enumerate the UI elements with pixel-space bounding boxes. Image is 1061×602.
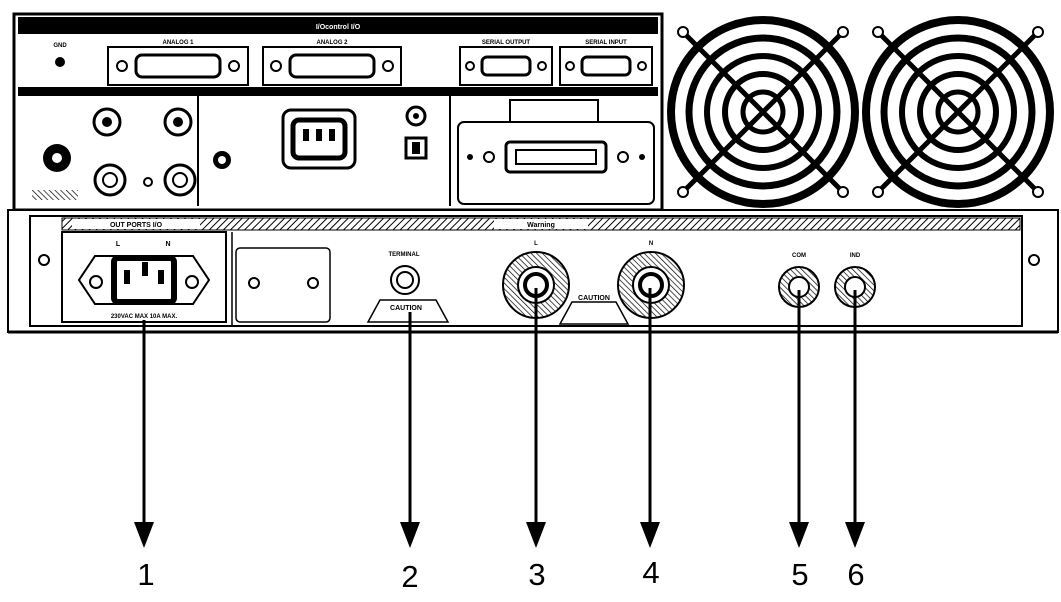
db-connector-row: GND ANALOG 1 ANALOG 2 SERIAL OUTPUT SERI… [53,40,653,86]
callout-number-4: 4 [642,555,660,590]
svg-text:ANALOG 2: ANALOG 2 [316,40,348,46]
svg-text:CAUTION: CAUTION [578,295,610,302]
callout-number-1: 1 [137,557,155,592]
cooling-fan-right [862,14,1058,210]
svg-text:TERMINAL: TERMINAL [389,252,420,258]
warning-label: Warning [527,222,555,229]
rear-panel-diagram: I/Ocontrol I/O GND ANALOG 1 ANALOG 2 SER… [0,0,1061,597]
svg-text:L: L [116,241,121,248]
db25-connector-2: ANALOG 2 [262,40,402,86]
callout-number-2: 2 [401,559,419,594]
outlet-caption: 230VAC MAX 10A MAX. [111,314,178,320]
callout-number-5: 5 [791,557,809,592]
svg-text:L: L [534,241,538,247]
callout-number-6: 6 [847,557,865,592]
cooling-fan-left [667,14,859,210]
callout-arrow-2 [400,312,420,548]
serial-input-connector: SERIAL INPUT [559,40,653,86]
db25-connector-1: ANALOG 1 [107,40,249,86]
svg-text:SERIAL INPUT: SERIAL INPUT [585,40,627,46]
callout-arrow-1 [134,320,154,548]
ac-outlet: L N 230VAC MAX 10A MAX. [61,231,227,323]
top-bar-title: I/Ocontrol I/O [316,24,361,31]
svg-text:N: N [649,241,653,247]
svg-text:CAUTION: CAUTION [390,305,422,312]
svg-text:COM: COM [792,253,806,259]
svg-text:ANALOG 1: ANALOG 1 [162,40,194,46]
out-ports-label: OUT PORTS I/O [110,222,163,229]
serial-output-connector: SERIAL OUTPUT [459,40,553,86]
blank-plate [235,247,331,323]
svg-text:IND: IND [850,253,861,259]
svg-text:N: N [165,241,170,248]
svg-text:GND: GND [53,43,67,49]
svg-text:SERIAL OUTPUT: SERIAL OUTPUT [482,40,531,46]
callout-number-3: 3 [528,557,546,592]
